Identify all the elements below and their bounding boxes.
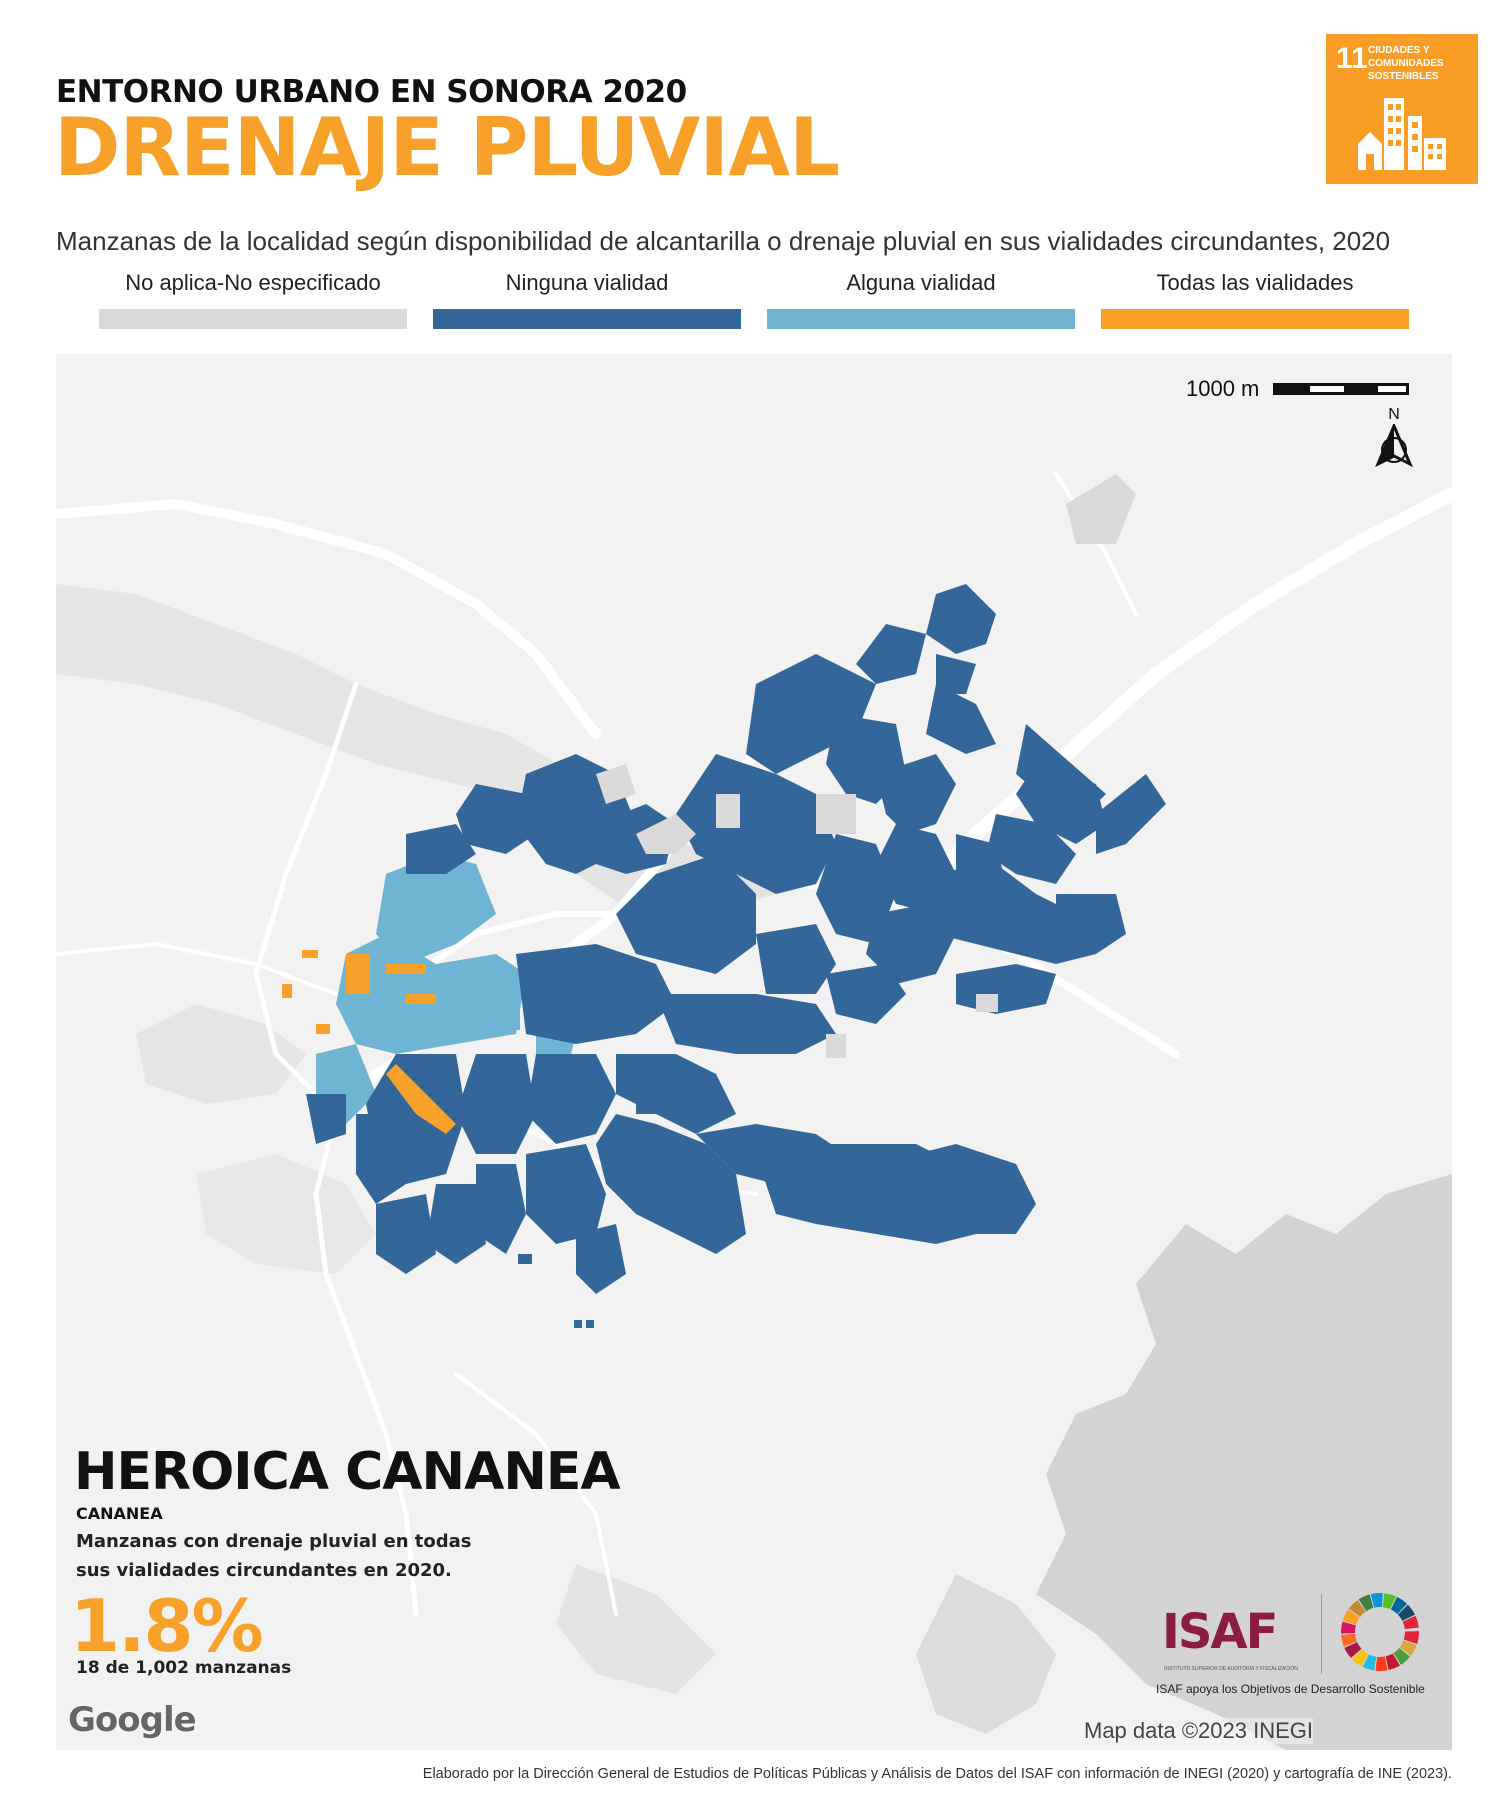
legend-label: Ninguna vialidad [505, 270, 669, 295]
stat-description: Manzanas con drenaje pluvial en todas su… [76, 1531, 472, 1581]
locality-name: HEROICA CANANEA [74, 1442, 621, 1502]
sdg11-text: CIUDADES Y COMUNIDADES SOSTENIBLES [1368, 45, 1444, 82]
terrain-south [556, 1564, 716, 1694]
scale-bar: 1000 m [1186, 376, 1410, 402]
google-logo: Google [68, 1700, 197, 1740]
legend-item-ninguna: Ninguna vialidad [433, 270, 741, 329]
city-buildings-icon [1358, 98, 1446, 170]
legend-item-alguna: Alguna vialidad [767, 270, 1075, 329]
stat-count: 18 de 1,002 manzanas [76, 1658, 292, 1678]
terrain-southeast [916, 1574, 1056, 1734]
legend-item-todas: Todas las vialidades [1101, 270, 1409, 329]
scale-bar-graphic [1273, 383, 1410, 395]
scale-label: 1000 m [1186, 376, 1260, 401]
legend-label: Alguna vialidad [846, 270, 996, 295]
stat-value: 1.8% [70, 1584, 264, 1668]
page-title: DRENAJE PLUVIAL [54, 101, 840, 194]
map-panel[interactable]: 1000 m N HEROICA CANANEA CANANEA Manzana… [56, 354, 1452, 1750]
legend-swatch [99, 309, 407, 329]
sdg11-badge: 11 CIUDADES Y COMUNIDADES SOSTENIBLES [1326, 34, 1478, 184]
north-arrow-icon [1375, 422, 1413, 468]
map-subtitle: Manzanas de la localidad según disponibi… [56, 226, 1391, 256]
terrain-southwest [196, 1154, 376, 1274]
sdg-wheel-icon [1341, 1593, 1419, 1671]
logo-divider [1321, 1594, 1322, 1674]
isaf-logo-text: ISAF [1162, 1604, 1278, 1660]
isaf-fullname: INSTITUTO SUPERIOR DE AUDITORÍA Y FISCAL… [1164, 1666, 1298, 1672]
municipality-name: CANANEA [76, 1504, 163, 1523]
legend-swatch [767, 309, 1075, 329]
legend-item-no-aplica: No aplica-No especificado [99, 270, 407, 329]
credits: Elaborado por la Dirección General de Es… [422, 1766, 1452, 1782]
north-label: N [1388, 406, 1400, 423]
legend-swatch [433, 309, 741, 329]
isaf-caption: ISAF apoya los Objetivos de Desarrollo S… [1156, 1682, 1425, 1696]
legend-label: No aplica-No especificado [125, 270, 381, 295]
map-attribution: Map data ©2023 INEGI [1084, 1718, 1314, 1744]
legend-swatch [1101, 309, 1409, 329]
sdg11-number: 11 [1336, 42, 1368, 75]
legend-label: Todas las vialidades [1156, 270, 1354, 295]
isaf-logo: ISAF INSTITUTO SUPERIOR DE AUDITORÍA Y F… [1162, 1594, 1298, 1674]
north-arrow: N [1374, 406, 1414, 476]
terrain-west [136, 1004, 306, 1104]
